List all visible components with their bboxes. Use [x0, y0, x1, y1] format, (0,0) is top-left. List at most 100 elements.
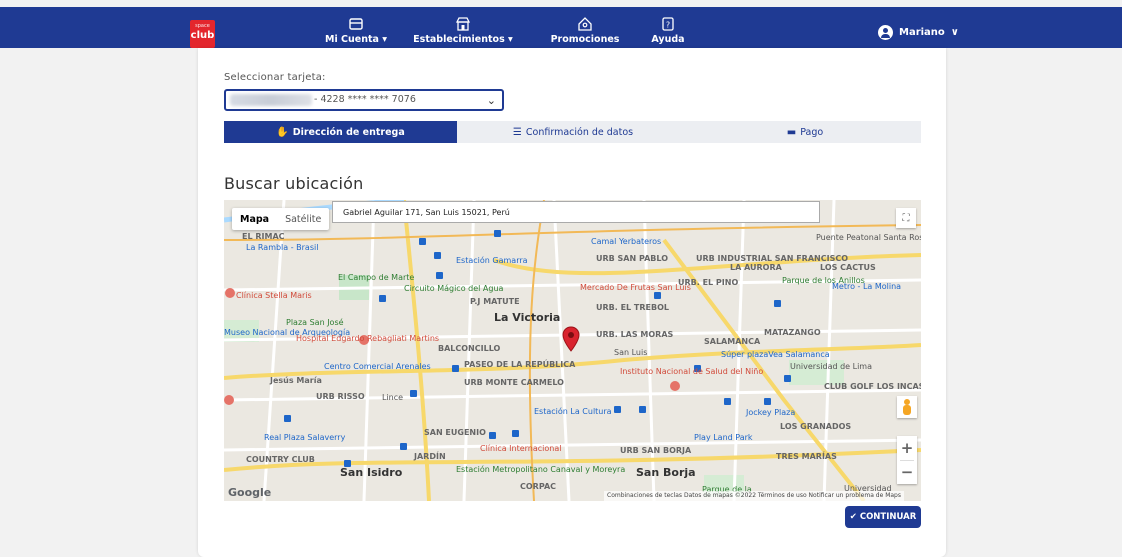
map-label: Súper plazaVea Salamanca [721, 350, 830, 359]
map-label: Puente Peatonal Santa Rosa - Ate [816, 233, 921, 242]
map-label: Jockey Plaza [746, 408, 796, 417]
masked-card-name [230, 94, 312, 106]
card-select-value: - 4228 **** **** 7076 [314, 94, 416, 105]
section-title: Buscar ubicación [224, 174, 364, 193]
map-label: La Rambla - Brasil [246, 243, 319, 252]
checkout-steps: ✋ Dirección de entrega ☰ Confirmación de… [224, 121, 921, 143]
map-label: Real Plaza Salaverry [264, 433, 346, 442]
continue-button[interactable]: ✔ CONTINUAR [845, 506, 921, 528]
map-label: URB INDUSTRIAL SAN FRANCISCO [696, 254, 849, 263]
logo-small-text: space [195, 23, 210, 29]
map-label: LOS GRANADOS [780, 422, 852, 431]
map-label: LOS CACTUS [820, 263, 876, 272]
map-label: URB RISSO [316, 392, 365, 401]
step-label: Confirmación de datos [525, 126, 634, 138]
zoom-out-button[interactable]: − [897, 460, 917, 484]
delivery-hand-icon: ✋ [276, 126, 289, 138]
map-label: URB MONTE CARMELO [464, 378, 564, 387]
map-label: URB. EL TREBOL [596, 303, 670, 312]
help-icon: ? [662, 17, 674, 31]
location-pin-icon[interactable] [562, 326, 580, 352]
top-navbar: space club Mi Cuenta ▾ Establecimientos … [0, 7, 1122, 48]
map-label: TRES MARÍAS [776, 452, 837, 461]
map-label: BALCONCILLO [438, 344, 501, 353]
map-label: P.J MATUTE [470, 297, 520, 306]
map-label: Plaza San José [286, 318, 344, 327]
club-logo[interactable]: space club [190, 20, 215, 48]
map-search-input[interactable]: Gabriel Aguilar 171, San Luis 15021, Per… [332, 201, 820, 223]
zoom-in-button[interactable]: + [897, 436, 917, 460]
fullscreen-icon[interactable]: ⛶ [896, 208, 916, 228]
location-map[interactable]: EL RIMAC La Rambla - Brasil Estación Gam… [224, 200, 921, 501]
nav-mi-cuenta[interactable]: Mi Cuenta ▾ [325, 17, 387, 51]
map-attribution[interactable]: Combinaciones de teclas Datos de mapas ©… [604, 491, 904, 501]
user-name: Mariano [899, 27, 945, 38]
nav-label: Promociones [550, 34, 620, 45]
chevron-down-icon: ∨ [950, 27, 959, 38]
map-label: CLUB GOLF LOS INCAS [824, 382, 921, 391]
map-label: URB SAN PABLO [596, 254, 669, 263]
map-type-map-button[interactable]: Mapa [232, 208, 277, 230]
tag-icon [578, 17, 592, 31]
nav-label: Establecimientos ▾ [413, 34, 513, 45]
map-label: San Borja [636, 466, 696, 479]
tab-direccion-entrega[interactable]: ✋ Dirección de entrega [224, 121, 457, 143]
zoom-control: + − [897, 436, 917, 484]
map-label: COUNTRY CLUB [246, 455, 315, 464]
select-card-label: Seleccionar tarjeta: [224, 72, 326, 83]
map-label: Metro - La Molina [832, 282, 902, 291]
map-label: SALAMANCA [704, 337, 761, 346]
store-icon [455, 17, 471, 31]
map-label: URB. EL PINO [678, 278, 739, 287]
map-label: PASEO DE LA REPÚBLICA [464, 360, 576, 369]
step-label: Dirección de entrega [292, 126, 405, 138]
map-label: Camal Yerbateros [591, 237, 662, 246]
map-label: CORPAC [520, 482, 557, 491]
map-label: LA AURORA [730, 263, 782, 272]
user-menu[interactable]: Mariano ∨ [878, 25, 959, 40]
map-label: Hospital Edgardo Rebagliati Martins [296, 334, 440, 343]
card-select[interactable]: - 4228 **** **** 7076 ⌄ [224, 89, 504, 111]
chevron-down-icon: ⌄ [486, 94, 496, 107]
nav-ayuda[interactable]: ? Ayuda [650, 17, 686, 51]
map-label: Estación La Cultura [534, 407, 612, 416]
map-label: JARDÍN [414, 452, 446, 461]
logo-text: club [190, 30, 215, 41]
step-label: Pago [800, 126, 824, 138]
map-label: Centro Comercial Arenales [324, 362, 431, 371]
check-icon: ✔ [849, 512, 857, 522]
map-label: Lince [382, 393, 404, 402]
card-icon [349, 18, 363, 30]
map-label: El Campo de Marte [338, 273, 415, 282]
map-label: Circuito Mágico del Agua [404, 284, 504, 293]
map-label: Mercado De Frutas San Luis [580, 283, 691, 292]
map-type-control: Mapa Satélite [232, 208, 330, 230]
continue-label: CONTINUAR [859, 512, 917, 522]
map-label: La Victoria [494, 311, 561, 324]
map-label: Estación Gamarra [456, 256, 528, 265]
google-logo: Google [228, 486, 272, 499]
map-label: Clínica Stella Maris [236, 291, 312, 300]
nav-label: Ayuda [651, 34, 685, 45]
nav-establecimientos[interactable]: Establecimientos ▾ [408, 17, 518, 51]
map-label: Estación Metropolitano Canaval y Moreyra [456, 465, 626, 474]
zoom-divider [900, 460, 914, 461]
map-label: Play Land Park [694, 433, 753, 442]
map-label: Universidad de Lima [790, 362, 873, 371]
map-label: SAN EUGENIO [424, 428, 486, 437]
svg-text:?: ? [666, 21, 670, 30]
tab-pago[interactable]: ▬ Pago [689, 121, 921, 143]
nav-label: Mi Cuenta ▾ [325, 34, 387, 45]
card-icon: ▬ [786, 126, 797, 138]
map-label: EL RIMAC [242, 232, 285, 241]
map-label: San Luis [614, 348, 648, 357]
map-label: Jesús María [270, 376, 322, 385]
user-avatar-icon [878, 25, 893, 40]
nav-promociones[interactable]: Promociones [550, 17, 620, 51]
map-type-satellite-button[interactable]: Satélite [277, 208, 329, 230]
map-label: URB SAN BORJA [620, 446, 692, 455]
map-label: Clínica Internacional [480, 444, 562, 453]
street-view-pegman-icon[interactable] [897, 396, 917, 418]
map-label: URB. LAS MORAS [596, 330, 674, 339]
tab-confirmacion-datos[interactable]: ☰ Confirmación de datos [457, 121, 689, 143]
